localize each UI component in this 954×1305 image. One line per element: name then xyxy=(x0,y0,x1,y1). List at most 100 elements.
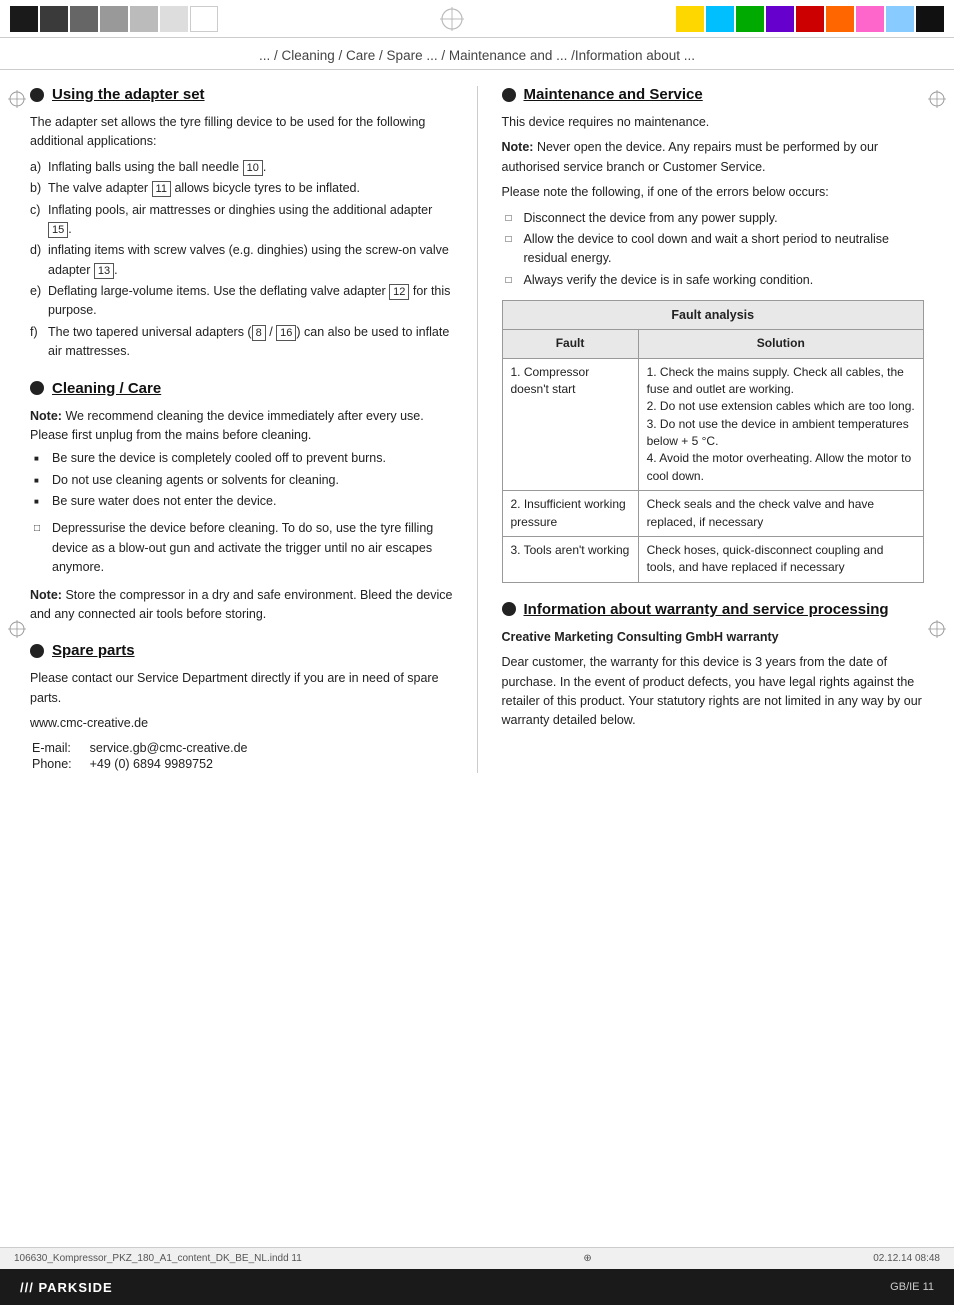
maintenance-note: Note: Never open the device. Any repairs… xyxy=(502,138,925,177)
spare-parts-text: Please contact our Service Department di… xyxy=(30,669,453,708)
warranty-subheading: Creative Marketing Consulting GmbH warra… xyxy=(502,628,925,647)
bullet-warranty xyxy=(502,602,516,616)
color-block-black-r xyxy=(916,6,944,32)
color-block-white xyxy=(190,6,218,32)
cleaning-note-bold: Note: xyxy=(30,409,62,423)
email-value: service.gb@cmc-creative.de xyxy=(90,741,248,755)
top-color-bar xyxy=(0,0,954,38)
phone-label: Phone: xyxy=(32,757,88,771)
cleaning-note2-bold: Note: xyxy=(30,588,62,602)
cleaning-note-text: We recommend cleaning the device immedia… xyxy=(30,409,424,442)
brand-logo: /// PARKSIDE xyxy=(20,1280,113,1295)
bullet-spare xyxy=(30,644,44,658)
cleaning-note2-text: Store the compressor in a dry and safe e… xyxy=(30,588,452,621)
maintenance-note-bold: Note: xyxy=(502,140,534,154)
color-block-ltblue xyxy=(886,6,914,32)
left-column: Using the adapter set The adapter set al… xyxy=(30,86,478,773)
crosshair-left-mid xyxy=(8,620,26,641)
email-label: E-mail: xyxy=(32,741,88,755)
phone-value: +49 (0) 6894 9989752 xyxy=(90,757,248,771)
cleaning-bullet-list: Be sure the device is completely cooled … xyxy=(34,449,453,511)
color-block-gray4 xyxy=(160,6,188,32)
bullet-maintenance xyxy=(502,88,516,102)
cleaning-care-section: Cleaning / Care Note: We recommend clean… xyxy=(30,380,453,625)
using-adapter-heading: Using the adapter set xyxy=(30,86,453,103)
crosshair-top-center xyxy=(228,7,676,31)
print-crosshair: ⊕ xyxy=(583,1253,591,1264)
print-datetime: 02.12.14 08:48 xyxy=(873,1253,940,1264)
using-adapter-title: Using the adapter set xyxy=(52,86,205,103)
color-block-yellow xyxy=(676,6,704,32)
color-block-black1 xyxy=(10,6,38,32)
print-filename: 106630_Kompressor_PKZ_180_A1_content_DK_… xyxy=(14,1253,302,1264)
color-block-gray3 xyxy=(130,6,158,32)
bullet-using-adapter xyxy=(30,88,44,102)
spare-parts-contact: E-mail: service.gb@cmc-creative.de Phone… xyxy=(30,739,250,773)
print-bar: 106630_Kompressor_PKZ_180_A1_content_DK_… xyxy=(0,1247,954,1269)
list-item: Be sure water does not enter the device. xyxy=(34,492,453,511)
color-block-gray1 xyxy=(70,6,98,32)
maintenance-text1: This device requires no maintenance. xyxy=(502,113,925,132)
color-blocks-right xyxy=(676,6,944,32)
cleaning-care-heading: Cleaning / Care xyxy=(30,380,453,397)
color-block-red xyxy=(796,6,824,32)
list-item: d) inflating items with screw valves (e.… xyxy=(30,241,453,280)
crosshair-left-top xyxy=(8,90,26,111)
list-item: f) The two tapered universal adapters (8… xyxy=(30,323,453,362)
cleaning-note: Note: We recommend cleaning the device i… xyxy=(30,407,453,446)
warranty-heading: Information about warranty and service p… xyxy=(502,601,925,618)
list-item: c) Inflating pools, air mattresses or di… xyxy=(30,201,453,240)
list-item: a) Inflating balls using the ball needle… xyxy=(30,158,453,177)
list-item: b) The valve adapter 11 allows bicycle t… xyxy=(30,179,453,198)
table-row: 2. Insufficient working pressure Check s… xyxy=(502,491,924,537)
maintenance-list: Disconnect the device from any power sup… xyxy=(506,209,925,291)
bullet-cleaning xyxy=(30,381,44,395)
list-item: Depressurise the device before cleaning.… xyxy=(34,519,453,577)
spare-parts-title: Spare parts xyxy=(52,642,135,659)
list-item: Be sure the device is completely cooled … xyxy=(34,449,453,468)
solution-cell: Check seals and the check valve and have… xyxy=(638,491,923,537)
main-content: Using the adapter set The adapter set al… xyxy=(0,70,954,789)
maintenance-text2: Please note the following, if one of the… xyxy=(502,183,925,202)
list-item: Always verify the device is in safe work… xyxy=(506,271,925,290)
page: ... / Cleaning / Care / Spare ... / Main… xyxy=(0,0,954,1305)
color-blocks-left xyxy=(10,6,218,32)
color-block-cyan xyxy=(706,6,734,32)
solution-cell: Check hoses, quick-disconnect coupling a… xyxy=(638,537,923,583)
warranty-text: Dear customer, the warranty for this dev… xyxy=(502,653,925,731)
table-row: 1. Compressor doesn't start 1. Check the… xyxy=(502,358,924,491)
color-block-pink xyxy=(856,6,884,32)
solution-col-header: Solution xyxy=(638,330,923,358)
solution-cell: 1. Check the mains supply. Check all cab… xyxy=(638,358,923,491)
fault-col-header: Fault xyxy=(502,330,638,358)
spare-parts-heading: Spare parts xyxy=(30,642,453,659)
fault-cell: 1. Compressor doesn't start xyxy=(502,358,638,491)
warranty-section: Information about warranty and service p… xyxy=(502,601,925,731)
breadcrumb: ... / Cleaning / Care / Spare ... / Main… xyxy=(0,38,954,70)
color-block-black2 xyxy=(40,6,68,32)
fault-cell: 3. Tools aren't working xyxy=(502,537,638,583)
right-column: Maintenance and Service This device requ… xyxy=(478,86,925,773)
using-adapter-section: Using the adapter set The adapter set al… xyxy=(30,86,453,362)
list-item: e) Deflating large-volume items. Use the… xyxy=(30,282,453,321)
spare-parts-website: www.cmc-creative.de xyxy=(30,714,453,733)
color-block-orange xyxy=(826,6,854,32)
cleaning-note2: Note: Store the compressor in a dry and … xyxy=(30,586,453,625)
maintenance-service-section: Maintenance and Service This device requ… xyxy=(502,86,925,583)
fault-table: Fault analysis Fault Solution 1. Compres… xyxy=(502,300,925,583)
page-footer: /// PARKSIDE GB/IE 11 xyxy=(0,1269,954,1305)
color-block-gray2 xyxy=(100,6,128,32)
maintenance-service-title: Maintenance and Service xyxy=(524,86,703,103)
color-block-violet xyxy=(766,6,794,32)
spare-parts-section: Spare parts Please contact our Service D… xyxy=(30,642,453,773)
adapter-list: a) Inflating balls using the ball needle… xyxy=(30,158,453,362)
cleaning-care-title: Cleaning / Care xyxy=(52,380,161,397)
fault-cell: 2. Insufficient working pressure xyxy=(502,491,638,537)
footer-page-info: GB/IE 11 xyxy=(890,1281,934,1293)
color-block-green xyxy=(736,6,764,32)
crosshair-right-top xyxy=(928,90,946,111)
maintenance-note-text: Never open the device. Any repairs must … xyxy=(502,140,879,173)
warranty-title: Information about warranty and service p… xyxy=(524,601,889,618)
footer-brand: /// PARKSIDE xyxy=(20,1280,113,1295)
list-item: Allow the device to cool down and wait a… xyxy=(506,230,925,269)
